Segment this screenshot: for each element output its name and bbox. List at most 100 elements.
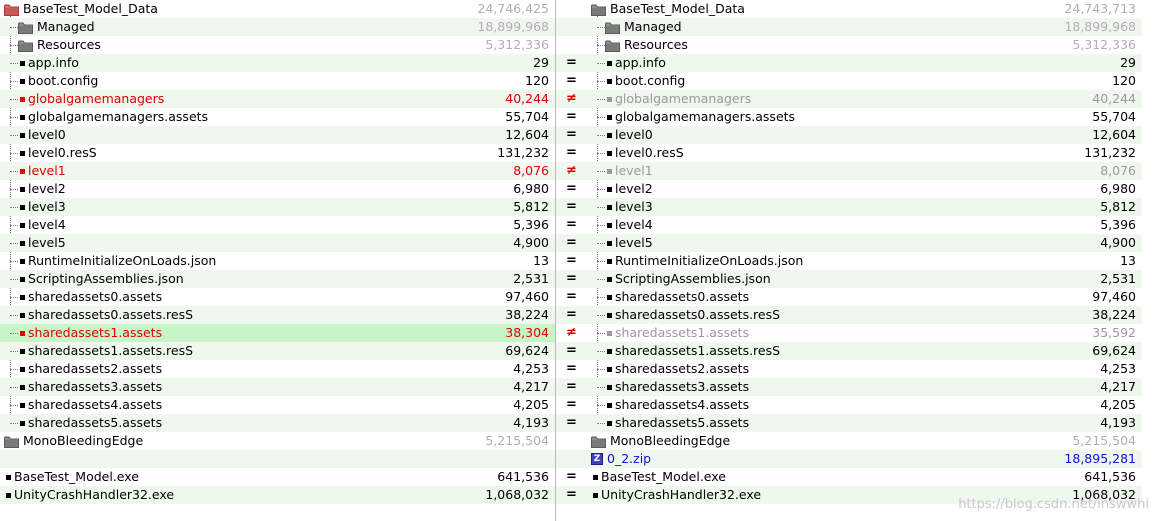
- file-row[interactable]: sharedassets3.assets 4,217: [0, 378, 555, 396]
- item-name: globalgamemanagers.assets: [28, 109, 209, 124]
- item-name: sharedassets5.assets: [28, 415, 163, 430]
- tree-branch: [597, 153, 605, 154]
- tree-branch: [597, 189, 605, 190]
- file-row[interactable]: sharedassets4.assets 4,205: [0, 396, 555, 414]
- file-row[interactable]: BaseTest_Model.exe 641,536: [0, 468, 555, 486]
- item-size: 4,253: [513, 361, 549, 376]
- item-name: level0.resS: [28, 145, 97, 160]
- file-row[interactable]: Z 0_2.zip 18,895,281: [587, 450, 1142, 468]
- left-folder-pane[interactable]: BaseTest_Model_Data 24,746,425 Managed 18,8…: [0, 0, 555, 521]
- file-row[interactable]: level4 5,396: [0, 216, 555, 234]
- file-row[interactable]: globalgamemanagers 40,244: [587, 90, 1142, 108]
- file-row[interactable]: RuntimeInitializeOnLoads.json 13: [587, 252, 1142, 270]
- file-row[interactable]: sharedassets3.assets 4,217: [587, 378, 1142, 396]
- file-row[interactable]: sharedassets5.assets 4,193: [0, 414, 555, 432]
- tree-branch: [597, 387, 605, 388]
- folder-row[interactable]: BaseTest_Model_Data 24,743,713: [587, 0, 1142, 18]
- item-name: ScriptingAssemblies.json: [615, 271, 771, 286]
- item-size: 18,899,968: [477, 19, 549, 34]
- item-size: 55,704: [505, 109, 549, 124]
- zip-file-icon: Z: [591, 453, 603, 465]
- file-row[interactable]: level4 5,396: [587, 216, 1142, 234]
- file-row[interactable]: boot.config 120: [587, 72, 1142, 90]
- file-row[interactable]: RuntimeInitializeOnLoads.json 13: [0, 252, 555, 270]
- item-size: 29: [533, 55, 549, 70]
- file-icon: [607, 241, 612, 246]
- file-icon: [607, 115, 612, 120]
- tree-branch: [597, 351, 605, 352]
- item-name: UnityCrashHandler32.exe: [14, 487, 175, 502]
- folder-row[interactable]: Managed 18,899,968: [0, 18, 555, 36]
- file-row[interactable]: level3 5,812: [587, 198, 1142, 216]
- folder-row[interactable]: Resources 5,312,336: [587, 36, 1142, 54]
- tree-branch: [597, 423, 605, 424]
- file-row[interactable]: UnityCrashHandler32.exe 1,068,032: [0, 486, 555, 504]
- file-row[interactable]: ScriptingAssemblies.json 2,531: [0, 270, 555, 288]
- item-name: MonoBleedingEdge: [23, 433, 144, 448]
- file-row[interactable]: level1 8,076: [587, 162, 1142, 180]
- item-name: RuntimeInitializeOnLoads.json: [28, 253, 217, 268]
- item-size: 5,215,504: [1072, 433, 1136, 448]
- file-row[interactable]: globalgamemanagers.assets 55,704: [0, 108, 555, 126]
- file-row[interactable]: sharedassets0.assets 97,460: [0, 288, 555, 306]
- file-row[interactable]: sharedassets2.assets 4,253: [587, 360, 1142, 378]
- tree-branch: [10, 369, 18, 370]
- equal-indicator: =: [556, 126, 587, 144]
- folder-row[interactable]: MonoBleedingEdge 5,215,504: [0, 432, 555, 450]
- tree-branch: [597, 405, 605, 406]
- file-row[interactable]: level0.resS 131,232: [0, 144, 555, 162]
- file-icon: [607, 349, 612, 354]
- tree-branch: [597, 63, 605, 64]
- file-row[interactable]: sharedassets1.assets.resS 69,624: [587, 342, 1142, 360]
- file-row[interactable]: sharedassets5.assets 4,193: [587, 414, 1142, 432]
- item-size: 69,624: [1092, 343, 1136, 358]
- file-row[interactable]: level0 12,604: [587, 126, 1142, 144]
- file-row[interactable]: sharedassets4.assets 4,205: [587, 396, 1142, 414]
- item-name: Managed: [624, 19, 682, 34]
- file-row[interactable]: sharedassets0.assets.resS 38,224: [0, 306, 555, 324]
- folder-row[interactable]: BaseTest_Model_Data 24,746,425: [0, 0, 555, 18]
- file-row[interactable]: sharedassets1.assets 35,592: [587, 324, 1142, 342]
- file-row[interactable]: level3 5,812: [0, 198, 555, 216]
- file-row[interactable]: level5 4,900: [0, 234, 555, 252]
- file-row[interactable]: level1 8,076: [0, 162, 555, 180]
- folder-row[interactable]: MonoBleedingEdge 5,215,504: [587, 432, 1142, 450]
- file-icon: [20, 385, 25, 390]
- equal-indicator: =: [556, 414, 587, 432]
- file-row[interactable]: level2 6,980: [0, 180, 555, 198]
- tree-branch: [10, 297, 18, 298]
- tree-branch: [597, 225, 605, 226]
- file-row[interactable]: ScriptingAssemblies.json 2,531: [587, 270, 1142, 288]
- tree-branch: [597, 117, 605, 118]
- file-row[interactable]: sharedassets0.assets 97,460: [587, 288, 1142, 306]
- item-name: sharedassets2.assets: [615, 361, 750, 376]
- folder-row[interactable]: Managed 18,899,968: [587, 18, 1142, 36]
- file-icon: [20, 313, 25, 318]
- file-row[interactable]: level0.resS 131,232: [587, 144, 1142, 162]
- file-row[interactable]: app.info 29: [0, 54, 555, 72]
- item-size: 4,205: [1100, 397, 1136, 412]
- file-row[interactable]: sharedassets1.assets.resS 69,624: [0, 342, 555, 360]
- file-row[interactable]: sharedassets2.assets 4,253: [0, 360, 555, 378]
- item-name: Resources: [37, 37, 101, 52]
- file-row[interactable]: app.info 29: [587, 54, 1142, 72]
- file-row[interactable]: level2 6,980: [587, 180, 1142, 198]
- item-size: 40,244: [505, 91, 549, 106]
- file-row[interactable]: globalgamemanagers.assets 55,704: [587, 108, 1142, 126]
- file-icon: [20, 151, 25, 156]
- file-row[interactable]: boot.config 120: [0, 72, 555, 90]
- file-row[interactable]: level5 4,900: [587, 234, 1142, 252]
- right-folder-pane[interactable]: BaseTest_Model_Data 24,743,713 Managed 18,8…: [587, 0, 1142, 521]
- tree-branch: [10, 261, 18, 262]
- file-row[interactable]: level0 12,604: [0, 126, 555, 144]
- file-row[interactable]: BaseTest_Model.exe 641,536: [587, 468, 1142, 486]
- file-row[interactable]: globalgamemanagers 40,244: [0, 90, 555, 108]
- gutter-blank: [556, 18, 587, 36]
- equal-indicator: =: [566, 181, 577, 196]
- item-size: 5,396: [1100, 217, 1136, 232]
- file-row[interactable]: sharedassets1.assets 38,304: [0, 324, 555, 342]
- file-row[interactable]: sharedassets0.assets.resS 38,224: [587, 306, 1142, 324]
- folder-row[interactable]: Resources 5,312,336: [0, 36, 555, 54]
- item-name: sharedassets1.assets.resS: [615, 343, 781, 358]
- tree-branch: [10, 27, 18, 28]
